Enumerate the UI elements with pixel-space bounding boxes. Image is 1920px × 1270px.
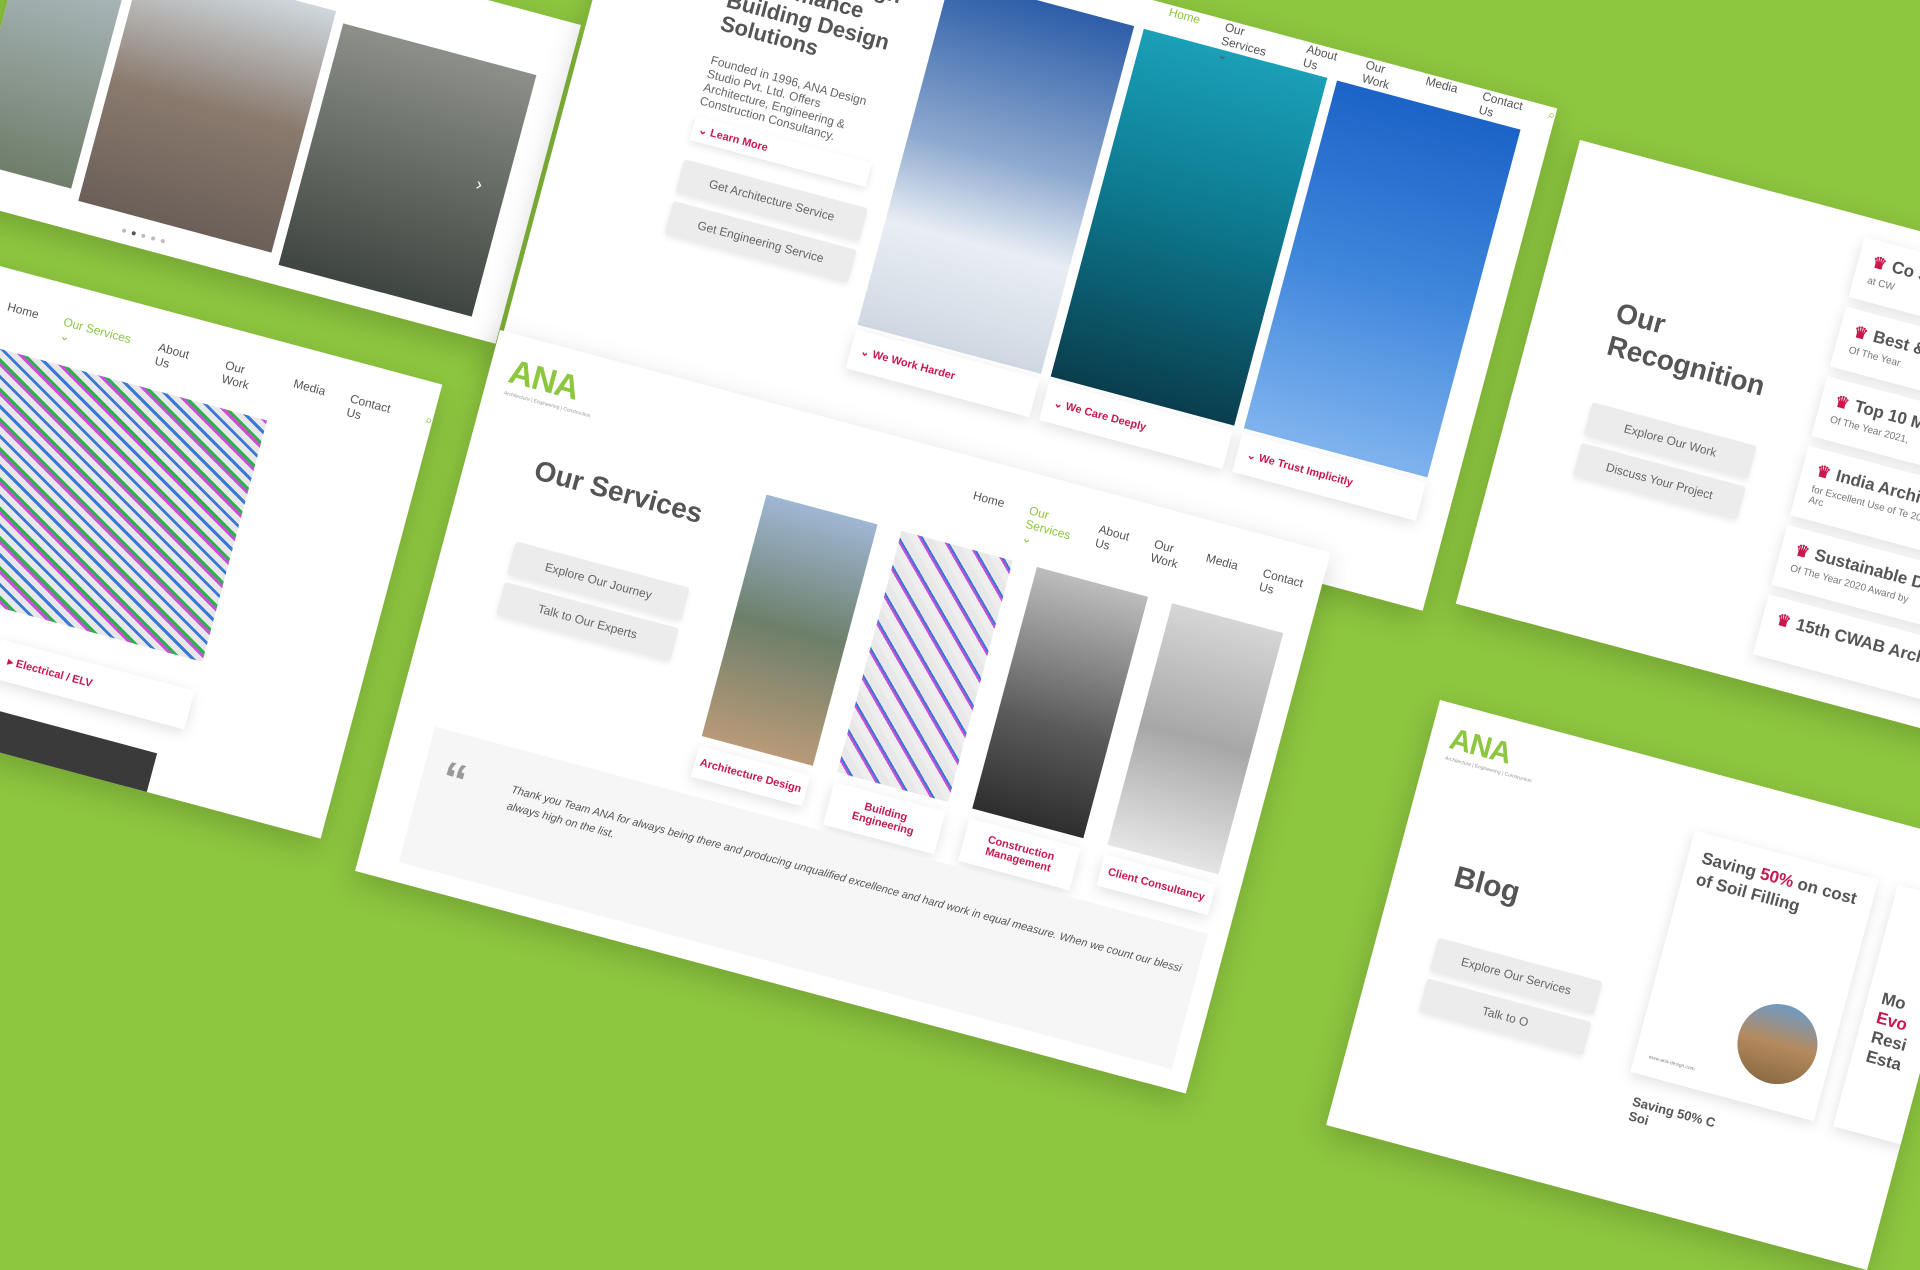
chevron-down-icon: ⌄ — [1216, 47, 1230, 64]
nav-contact[interactable]: Contact Us — [1254, 566, 1305, 617]
blog-post-title: Saving 50% on cost of Soil Filling — [1693, 848, 1859, 916]
nav-contact[interactable]: Contact Us — [345, 392, 402, 432]
ana-logo: ANA Architecture | Engineering | Constru… — [1444, 722, 1533, 785]
slider-dots[interactable] — [121, 228, 166, 244]
blog-title: Blog — [1450, 860, 1524, 910]
nav-work[interactable]: Our Work — [1145, 537, 1183, 585]
quote-icon: “ — [435, 752, 473, 810]
recognition-title: Our Recognition — [1603, 296, 1769, 402]
nav-home[interactable]: Home — [1160, 5, 1202, 54]
trophy-icon: ♛ — [1774, 611, 1793, 632]
slider-dot[interactable] — [150, 236, 156, 241]
nav-home[interactable]: Home — [2, 300, 41, 335]
nav-services[interactable]: Our Services ⌄ — [1020, 503, 1075, 555]
soil-filling-photo — [1728, 995, 1827, 1094]
nav-about[interactable]: About Us — [1090, 522, 1132, 571]
search-icon[interactable]: ⌕ — [420, 412, 435, 441]
search-icon[interactable]: ⌕ — [1539, 107, 1557, 149]
nav-about[interactable]: About Us — [1298, 42, 1343, 92]
blog-post-url: www.ana-design.com — [1647, 1054, 1696, 1073]
slider-dot[interactable] — [140, 233, 146, 239]
slider-dot[interactable] — [160, 238, 166, 244]
nav-work[interactable]: Our Work — [1357, 58, 1403, 108]
search-icon[interactable]: ⌕ — [1319, 583, 1331, 625]
blog-post-card[interactable]: Saving 50% on cost of Soil Filling www.a… — [1630, 830, 1879, 1122]
nav-services[interactable]: Our Services ⌄ — [58, 315, 135, 361]
nav-work[interactable]: Our Work — [220, 358, 270, 397]
blog-post-caption: Saving 50% C Soi — [1626, 1093, 1718, 1131]
mep-panel: Home Our Services ⌄ About Us Our Work Me… — [0, 250, 443, 839]
trophy-icon: ♛ — [1870, 254, 1889, 275]
slider-dot[interactable] — [131, 230, 137, 236]
nav-about[interactable]: About Us — [153, 340, 202, 378]
mep-model-image — [0, 342, 268, 662]
chevron-down-icon: ⌄ — [1020, 530, 1034, 547]
slider-dot[interactable] — [121, 228, 127, 234]
nav-media[interactable]: Media — [288, 376, 327, 412]
nav-media[interactable]: Media — [1197, 551, 1240, 600]
trophy-icon: ♛ — [1851, 323, 1870, 344]
ana-logo: ANA Architecture | Engineering | Constru… — [503, 352, 592, 420]
chevron-down-icon: ⌄ — [58, 328, 72, 345]
trophy-icon: ♛ — [1832, 393, 1852, 414]
blog-panel: ANA Architecture | Engineering | Constru… — [1326, 700, 1920, 1270]
nav-home[interactable]: Home — [964, 488, 1007, 537]
services-title: Our Services — [531, 454, 707, 530]
trophy-icon: ♛ — [1792, 541, 1812, 563]
nav-media[interactable]: Media — [1417, 74, 1459, 123]
recognition-panel: Our Recognition Explore Our Work Discuss… — [1455, 140, 1920, 749]
trophy-icon: ♛ — [1814, 462, 1833, 483]
electrical-elv-caption[interactable]: ▸ Electrical / ELV — [0, 639, 195, 730]
